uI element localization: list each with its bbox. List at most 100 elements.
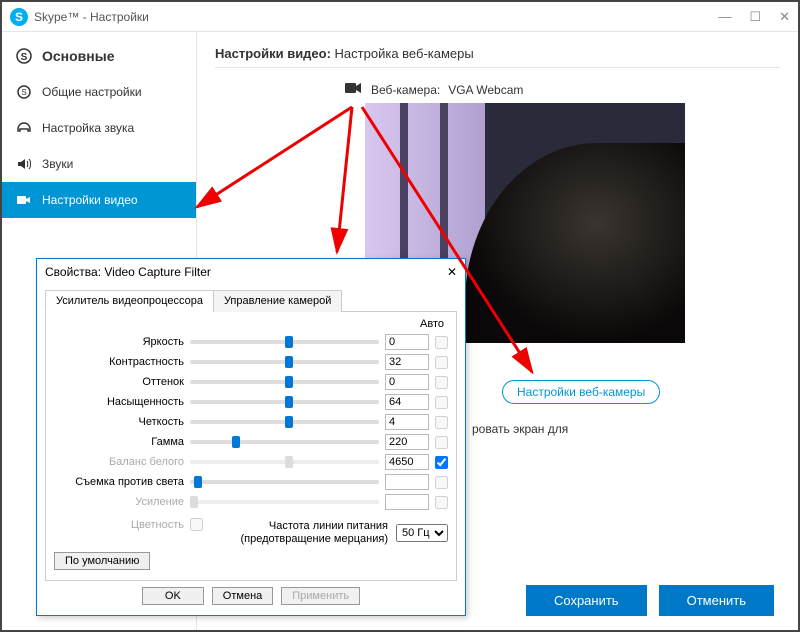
auto-checkbox: [435, 336, 448, 349]
sidebar-item-audio[interactable]: Настройка звука: [2, 110, 196, 146]
slider-thumb[interactable]: [285, 336, 293, 348]
save-button[interactable]: Сохранить: [526, 585, 647, 616]
auto-checkbox: [435, 496, 448, 509]
slider-label: Оттенок: [54, 376, 184, 388]
slider-value[interactable]: [385, 354, 429, 370]
skype-icon: S: [16, 84, 32, 100]
slider-value[interactable]: [385, 434, 429, 450]
defaults-button[interactable]: По умолчанию: [54, 552, 150, 570]
slider-label: Насыщенность: [54, 396, 184, 408]
webcam-name[interactable]: VGA Webcam: [448, 83, 523, 97]
tab-video-proc-amp[interactable]: Усилитель видеопроцессора: [45, 290, 214, 312]
slider-track[interactable]: [190, 380, 379, 384]
svg-text:S: S: [21, 52, 28, 63]
slider-value[interactable]: [385, 394, 429, 410]
colorfulness-checkbox: [190, 518, 203, 531]
slider-row: Съемка против света: [54, 472, 448, 492]
slider-value[interactable]: [385, 334, 429, 350]
slider-thumb[interactable]: [232, 436, 240, 448]
slider-row: Баланс белого: [54, 452, 448, 472]
slider-thumb[interactable]: [194, 476, 202, 488]
auto-checkbox: [435, 476, 448, 489]
slider-row: Усиление: [54, 492, 448, 512]
headset-icon: [16, 120, 32, 136]
slider-label: Четкость: [54, 416, 184, 428]
titlebar: S Skype™ - Настройки — ☐ ✕: [2, 2, 798, 32]
slider-thumb: [190, 496, 198, 508]
slider-thumb[interactable]: [285, 356, 293, 368]
tab-camera-control[interactable]: Управление камерой: [213, 290, 342, 312]
sidebar-item-video[interactable]: Настройки видео: [2, 182, 196, 218]
slider-value[interactable]: [385, 494, 429, 510]
window-title: Skype™ - Настройки: [34, 10, 149, 24]
dlg-cancel-button[interactable]: Отмена: [212, 587, 273, 605]
auto-checkbox: [435, 416, 448, 429]
slider-thumb: [285, 456, 293, 468]
section-title: Настройки видео: Настройка веб-камеры: [215, 46, 780, 61]
sidebar-item-label: Настройка звука: [42, 121, 134, 135]
minimize-icon[interactable]: —: [718, 9, 731, 25]
sidebar-item-label: Настройки видео: [42, 193, 138, 207]
webcam-settings-button[interactable]: Настройки веб-камеры: [502, 380, 660, 404]
sidebar-item-label: Звуки: [42, 157, 73, 171]
close-icon[interactable]: ✕: [779, 9, 790, 25]
skype-logo-icon: S: [10, 8, 28, 26]
slider-value[interactable]: [385, 414, 429, 430]
slider-track[interactable]: [190, 440, 379, 444]
slider-value[interactable]: [385, 474, 429, 490]
camera-icon: [345, 82, 363, 97]
webcam-selector-row: Веб-камера: VGA Webcam: [345, 82, 780, 97]
cancel-button[interactable]: Отменить: [659, 585, 774, 616]
slider-thumb[interactable]: [285, 416, 293, 428]
maximize-icon[interactable]: ☐: [749, 9, 761, 25]
slider-row: Яркость: [54, 332, 448, 352]
sidebar-heading-label: Основные: [42, 48, 115, 64]
slider-thumb[interactable]: [285, 396, 293, 408]
sidebar-heading: S Основные: [2, 38, 196, 74]
camera-icon: [16, 192, 32, 208]
ok-button[interactable]: OK: [142, 587, 204, 605]
dialog-close-icon[interactable]: ✕: [447, 265, 457, 279]
auto-checkbox: [435, 396, 448, 409]
powerline-freq-label: Частота линии питания(предотвращение мер…: [240, 520, 388, 546]
slider-track[interactable]: [190, 420, 379, 424]
slider-value[interactable]: [385, 454, 429, 470]
slider-label: Яркость: [54, 336, 184, 348]
slider-track[interactable]: [190, 340, 379, 344]
slider-thumb[interactable]: [285, 376, 293, 388]
svg-text:S: S: [21, 88, 26, 97]
slider-label: Усиление: [54, 496, 184, 508]
auto-checkbox[interactable]: [435, 456, 448, 469]
slider-label: Гамма: [54, 436, 184, 448]
slider-track: [190, 460, 379, 464]
slider-row: Контрастность: [54, 352, 448, 372]
colorfulness-label: Цветность: [54, 519, 184, 531]
slider-value[interactable]: [385, 374, 429, 390]
properties-dialog: Свойства: Video Capture Filter ✕ Усилите…: [36, 258, 466, 616]
sidebar-item-label: Общие настройки: [42, 85, 142, 99]
auto-checkbox: [435, 356, 448, 369]
slider-label: Баланс белого: [54, 456, 184, 468]
slider-track[interactable]: [190, 360, 379, 364]
apply-button[interactable]: Применить: [281, 587, 360, 605]
slider-row: Насыщенность: [54, 392, 448, 412]
skype-icon: S: [16, 48, 32, 64]
powerline-freq-select[interactable]: 50 Гц: [396, 524, 448, 542]
slider-track: [190, 500, 379, 504]
auto-column-header: Авто: [54, 318, 448, 330]
slider-row: Гамма: [54, 432, 448, 452]
auto-checkbox: [435, 436, 448, 449]
slider-track[interactable]: [190, 480, 379, 484]
sidebar-item-sounds[interactable]: Звуки: [2, 146, 196, 182]
dialog-title: Свойства: Video Capture Filter: [45, 265, 211, 279]
divider: [215, 67, 780, 68]
slider-label: Контрастность: [54, 356, 184, 368]
speaker-icon: [16, 156, 32, 172]
slider-row: Оттенок: [54, 372, 448, 392]
slider-row: Четкость: [54, 412, 448, 432]
slider-track[interactable]: [190, 400, 379, 404]
sidebar-item-general[interactable]: S Общие настройки: [2, 74, 196, 110]
auto-checkbox: [435, 376, 448, 389]
truncated-text: ровать экран для: [472, 422, 568, 436]
webcam-label: Веб-камера:: [371, 83, 440, 97]
